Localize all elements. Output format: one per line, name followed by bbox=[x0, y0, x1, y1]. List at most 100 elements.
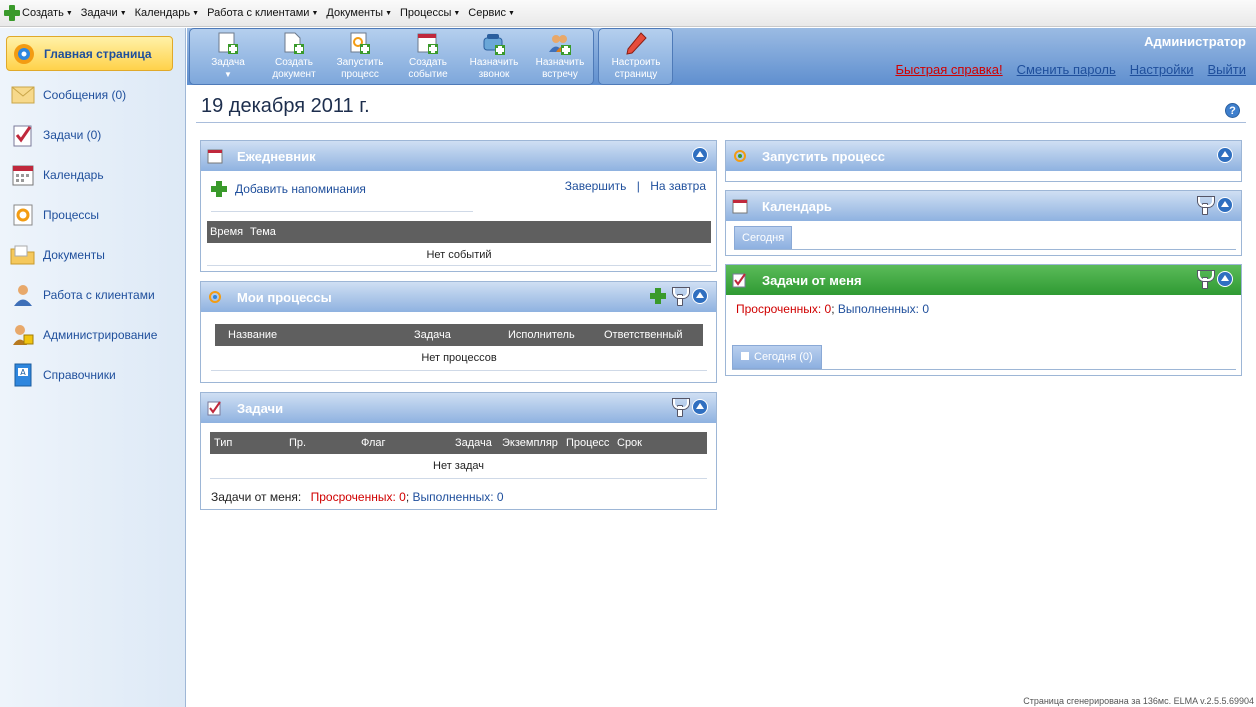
wrench-icon[interactable] bbox=[1197, 197, 1214, 215]
menu-calendar[interactable]: Календарь ▼ bbox=[135, 7, 199, 19]
portlet-title: Задачи bbox=[237, 400, 284, 416]
folder-icon bbox=[10, 243, 36, 267]
column-header[interactable]: Исполнитель bbox=[508, 329, 575, 341]
menu-label: Процессы bbox=[400, 7, 452, 19]
process-icon bbox=[10, 203, 36, 227]
wrench-icon[interactable] bbox=[672, 399, 689, 417]
settings-link[interactable]: Настройки bbox=[1130, 62, 1194, 77]
task-button[interactable]: Задача ▼ bbox=[196, 32, 260, 84]
footer: Страница сгенерирована за 136мс. ELMA v.… bbox=[1023, 696, 1254, 706]
separator: ; bbox=[405, 490, 410, 504]
start-process-button[interactable]: Запустить процесс bbox=[328, 32, 392, 84]
wrench-icon[interactable] bbox=[1197, 271, 1214, 289]
start-process-portlet: Запустить процесс bbox=[725, 140, 1242, 182]
task-check-icon bbox=[207, 400, 223, 416]
svg-text:A: A bbox=[20, 368, 26, 377]
portlet-title: Ежедневник bbox=[237, 148, 316, 164]
create-event-label: Создать событие bbox=[408, 57, 448, 80]
sidebar-item-messages[interactable]: Сообщения (0) bbox=[0, 75, 185, 115]
overdue-link[interactable]: Просроченных: bbox=[311, 490, 396, 504]
add-reminder-link[interactable]: Добавить напоминания bbox=[211, 181, 366, 197]
menu-label: Документы bbox=[326, 7, 384, 19]
divider bbox=[210, 478, 707, 479]
overdue-link[interactable]: Просроченных: bbox=[736, 302, 821, 316]
column-header[interactable]: Задача bbox=[455, 437, 492, 449]
add-icon[interactable] bbox=[650, 288, 666, 304]
collapse-icon[interactable] bbox=[692, 288, 708, 304]
column-header[interactable]: Срок bbox=[617, 437, 642, 449]
finish-link[interactable]: Завершить bbox=[565, 179, 627, 193]
sidebar-item-references[interactable]: A Справочники bbox=[0, 355, 185, 395]
column-header[interactable]: Тип bbox=[214, 437, 232, 449]
menu-create[interactable]: Создать ▼ bbox=[4, 5, 73, 21]
tomorrow-link[interactable]: На завтра bbox=[650, 179, 706, 193]
task-check-icon bbox=[732, 272, 748, 288]
tasks-from-me-portlet: Задачи от меня Просроченных: 0; Выполнен… bbox=[725, 264, 1242, 376]
tab-today[interactable]: Сегодня bbox=[734, 226, 793, 250]
logout-link[interactable]: Выйти bbox=[1208, 62, 1247, 77]
start-process-icon bbox=[347, 32, 373, 56]
help-icon[interactable]: ? bbox=[1225, 103, 1240, 118]
dropdown-arrow-icon: ▼ bbox=[311, 9, 319, 17]
assign-meeting-label: Назначить встречу bbox=[535, 57, 585, 80]
assign-meeting-button[interactable]: Назначить встречу bbox=[528, 32, 592, 84]
done-link[interactable]: Выполненных: bbox=[413, 490, 494, 504]
assign-call-button[interactable]: Назначить звонок bbox=[462, 32, 526, 84]
column-header[interactable]: Ответственный bbox=[604, 329, 683, 341]
collapse-icon[interactable] bbox=[692, 399, 708, 415]
menu-service[interactable]: Сервис ▼ bbox=[468, 7, 515, 19]
column-header[interactable]: Название bbox=[228, 329, 277, 341]
wrench-icon[interactable] bbox=[672, 288, 689, 306]
sidebar-item-clients[interactable]: Работа с клиентами bbox=[0, 275, 185, 315]
dropdown-arrow-icon: ▼ bbox=[507, 9, 515, 17]
collapse-icon[interactable] bbox=[1217, 147, 1233, 163]
change-password-link[interactable]: Сменить пароль bbox=[1017, 62, 1116, 77]
sidebar-item-processes[interactable]: Процессы bbox=[0, 195, 185, 235]
sidebar-item-home[interactable]: Главная страница bbox=[6, 36, 173, 71]
my-processes-portlet: Мои процессы Название Задача Исполнитель… bbox=[200, 281, 717, 383]
done-link[interactable]: Выполненных: bbox=[838, 302, 919, 316]
column-header[interactable]: Время bbox=[210, 226, 243, 238]
menu-documents[interactable]: Документы ▼ bbox=[326, 7, 392, 19]
portlet-title: Календарь bbox=[762, 198, 832, 214]
collapse-icon[interactable] bbox=[1217, 271, 1233, 287]
create-document-button[interactable]: Создать документ bbox=[262, 32, 326, 84]
column-header[interactable]: Экземпляр bbox=[502, 437, 558, 449]
process-icon bbox=[207, 289, 223, 305]
dropdown-arrow-icon: ▼ bbox=[453, 9, 461, 17]
column-header[interactable]: Флаг bbox=[361, 437, 386, 449]
sidebar-item-calendar[interactable]: Календарь bbox=[0, 155, 185, 195]
menu-label: Календарь bbox=[134, 7, 191, 19]
reference-book-icon: A bbox=[10, 363, 36, 387]
sidebar-item-tasks[interactable]: Задачи (0) bbox=[0, 115, 185, 155]
menu-tasks[interactable]: Задачи ▼ bbox=[81, 7, 127, 19]
create-event-button[interactable]: Создать событие bbox=[396, 32, 460, 84]
column-header[interactable]: Тема bbox=[250, 226, 276, 238]
sidebar-item-label: Работа с клиентами bbox=[43, 288, 155, 302]
sidebar-item-label: Администрирование bbox=[43, 328, 158, 342]
portlet-title: Мои процессы bbox=[237, 289, 332, 305]
sidebar-item-documents[interactable]: Документы bbox=[0, 235, 185, 275]
plus-icon bbox=[211, 181, 227, 197]
collapse-icon[interactable] bbox=[1217, 197, 1233, 213]
sidebar-item-admin[interactable]: Администрирование bbox=[0, 315, 185, 355]
menu-clients[interactable]: Работа с клиентами ▼ bbox=[207, 7, 318, 19]
divider bbox=[211, 370, 707, 371]
calendar-icon bbox=[207, 148, 223, 164]
column-header[interactable]: Задача bbox=[414, 329, 451, 341]
admin-lock-icon bbox=[10, 323, 36, 347]
pencil-icon bbox=[623, 32, 649, 56]
sidebar-item-label: Процессы bbox=[43, 208, 100, 222]
tab-today[interactable]: Сегодня (0) bbox=[732, 345, 822, 369]
column-header[interactable]: Пр. bbox=[289, 437, 306, 449]
collapse-icon[interactable] bbox=[692, 147, 708, 163]
divider bbox=[207, 265, 711, 266]
quick-help-link[interactable]: Быстрая справка! bbox=[895, 62, 1002, 77]
menu-processes[interactable]: Процессы ▼ bbox=[400, 7, 460, 19]
table-header: Время Тема bbox=[207, 221, 711, 243]
sidebar-item-label: Документы bbox=[43, 248, 105, 262]
column-header[interactable]: Процесс bbox=[566, 437, 609, 449]
configure-page-button[interactable]: Настроить страницу bbox=[604, 32, 668, 84]
dropdown-arrow-icon: ▼ bbox=[224, 70, 232, 79]
sidebar-item-label: Сообщения (0) bbox=[43, 88, 127, 102]
